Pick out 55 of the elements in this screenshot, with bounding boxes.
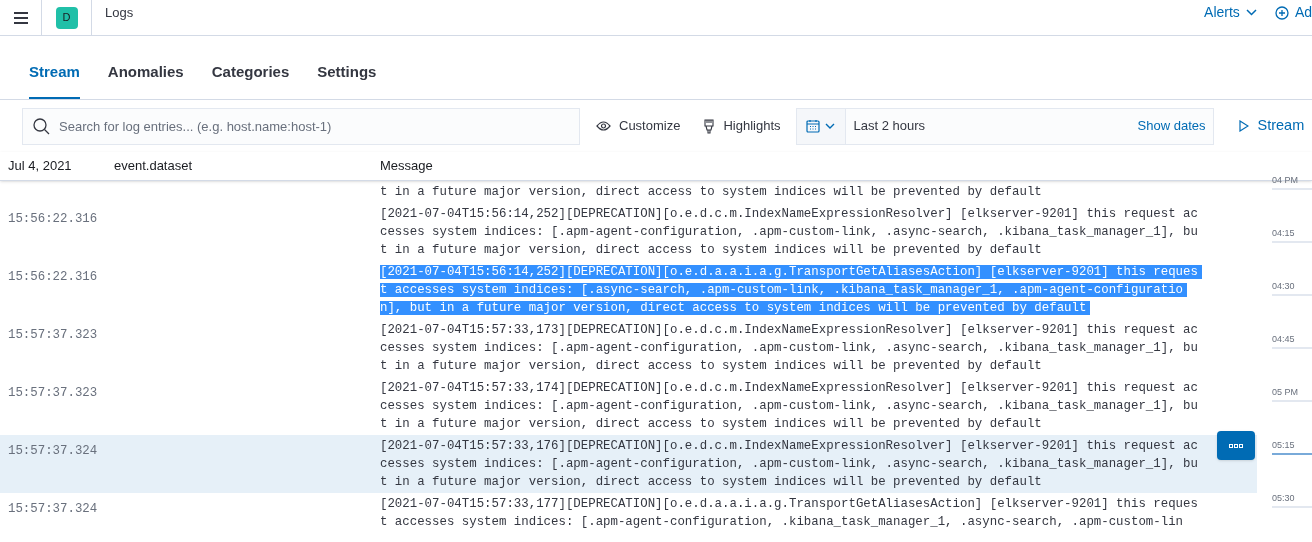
message-line: [2021-07-04T15:57:33,173][DEPRECATION][o.e.d.c.m.IndexNameExpressionResolver] [elkserver-9201] this request ac bbox=[380, 323, 1198, 337]
calendar-icon bbox=[806, 119, 820, 133]
timeline-tick: 05:30 bbox=[1272, 492, 1312, 508]
message-line: [2021-07-04T15:57:33,177][DEPRECATION][o.e.d.a.a.i.a.g.TransportGetAliasesAction] [elkserver-9201] this reques bbox=[380, 497, 1198, 511]
timeline-tick: 04:15 bbox=[1272, 227, 1312, 243]
message-line: [2021-07-04T15:57:33,176][DEPRECATION][o.e.d.c.m.IndexNameExpressionResolver] [elkserver-9201] this request ac bbox=[380, 439, 1198, 453]
space-avatar[interactable]: D bbox=[55, 6, 78, 29]
highlights-button[interactable]: Highlights bbox=[704, 116, 781, 136]
eye-icon bbox=[596, 121, 611, 131]
message-line: cesses system indices: [.apm-agent-configuration, .apm-custom-link, .async-search, .kibana_task_manager_1], bu bbox=[380, 457, 1198, 471]
column-header: Message bbox=[380, 157, 434, 176]
timestamp: 15:57:37.323 bbox=[8, 328, 98, 342]
message-line: t in a future major version, direct access to system indices will be prevented by default bbox=[380, 359, 1042, 373]
message-line: cesses system indices: [.apm-agent-configuration, .apm-custom-link, .async-search, .kibana_task_manager_1], bu bbox=[380, 341, 1198, 355]
customize-button[interactable]: Customize bbox=[596, 116, 681, 136]
message-line: t in a future major version, direct access to system indices will be prevented by default bbox=[380, 475, 1042, 489]
timestamp: 15:57:37.324 bbox=[8, 444, 98, 458]
play-icon bbox=[1238, 120, 1249, 132]
breadcrumb[interactable]: Logs bbox=[105, 2, 134, 23]
chevron-down-icon bbox=[825, 123, 835, 129]
message-line: [2021-07-04T15:57:33,174][DEPRECATION][o.e.d.c.m.IndexNameExpressionResolver] [elkserver-9201] this request ac bbox=[380, 381, 1198, 395]
row-actions-button[interactable] bbox=[1217, 431, 1255, 460]
stream-live-button[interactable]: Stream bbox=[1238, 115, 1305, 137]
timestamp: 15:57:37.323 bbox=[8, 386, 98, 400]
time-range-text: Last 2 hours bbox=[853, 117, 926, 136]
tab[interactable]: Categories bbox=[211, 60, 290, 99]
menu-icon bbox=[12, 10, 29, 25]
add-data-link[interactable]: Ad bbox=[1274, 2, 1312, 23]
tab[interactable]: Settings bbox=[317, 60, 377, 99]
timeline-tick: 04:45 bbox=[1272, 333, 1312, 349]
column-header: event.dataset bbox=[114, 157, 194, 176]
message-line: cesses system indices: [.apm-agent-configuration, .apm-custom-link, .async-search, .kibana_task_manager_1], bu bbox=[380, 399, 1198, 413]
timestamp: 15:56:22.316 bbox=[8, 212, 98, 226]
message-line: t in a future major version, direct access to system indices will be prevented by default bbox=[380, 243, 1042, 257]
message-line: t accesses system indices: [.apm-agent-configuration, .kibana_task_manager_1, .async-search, .apm-custom-lin bbox=[380, 515, 1184, 529]
show-dates-link[interactable]: Show dates bbox=[1137, 116, 1206, 136]
timeline-tick: 04:30 bbox=[1272, 280, 1312, 296]
timeline-tick: 05:15 bbox=[1272, 439, 1312, 455]
highlighter-icon bbox=[704, 118, 715, 134]
plus-circle-icon bbox=[1274, 5, 1289, 20]
timestamp: 15:57:37.324 bbox=[8, 502, 98, 516]
message-line: [2021-07-04T15:56:14,252][DEPRECATION][o.e.d.c.m.IndexNameExpressionResolver] [elkserver-9201] this request ac bbox=[380, 207, 1198, 221]
search-icon bbox=[33, 117, 50, 135]
chevron-down-icon bbox=[1245, 9, 1257, 16]
more-icon bbox=[1229, 443, 1243, 448]
timeline-tick: 04 PM bbox=[1272, 174, 1312, 190]
timeline-tick: 05 PM bbox=[1272, 386, 1312, 402]
alerts-menu[interactable]: Alerts bbox=[1204, 2, 1257, 23]
column-header: Jul 4, 2021 bbox=[7, 157, 73, 176]
tab[interactable]: Anomalies bbox=[107, 60, 184, 99]
timestamp: 15:56:22.316 bbox=[8, 270, 98, 284]
date-quick-menu-button[interactable] bbox=[796, 108, 846, 144]
message-line: cesses system indices: [.apm-agent-configuration, .apm-custom-link, .async-search, .kibana_task_manager_1], bu bbox=[380, 225, 1198, 239]
message-line: t in a future major version, direct access to system indices will be prevented by default bbox=[380, 185, 1042, 199]
message-line: t in a future major version, direct access to system indices will be prevented by default bbox=[380, 417, 1042, 431]
